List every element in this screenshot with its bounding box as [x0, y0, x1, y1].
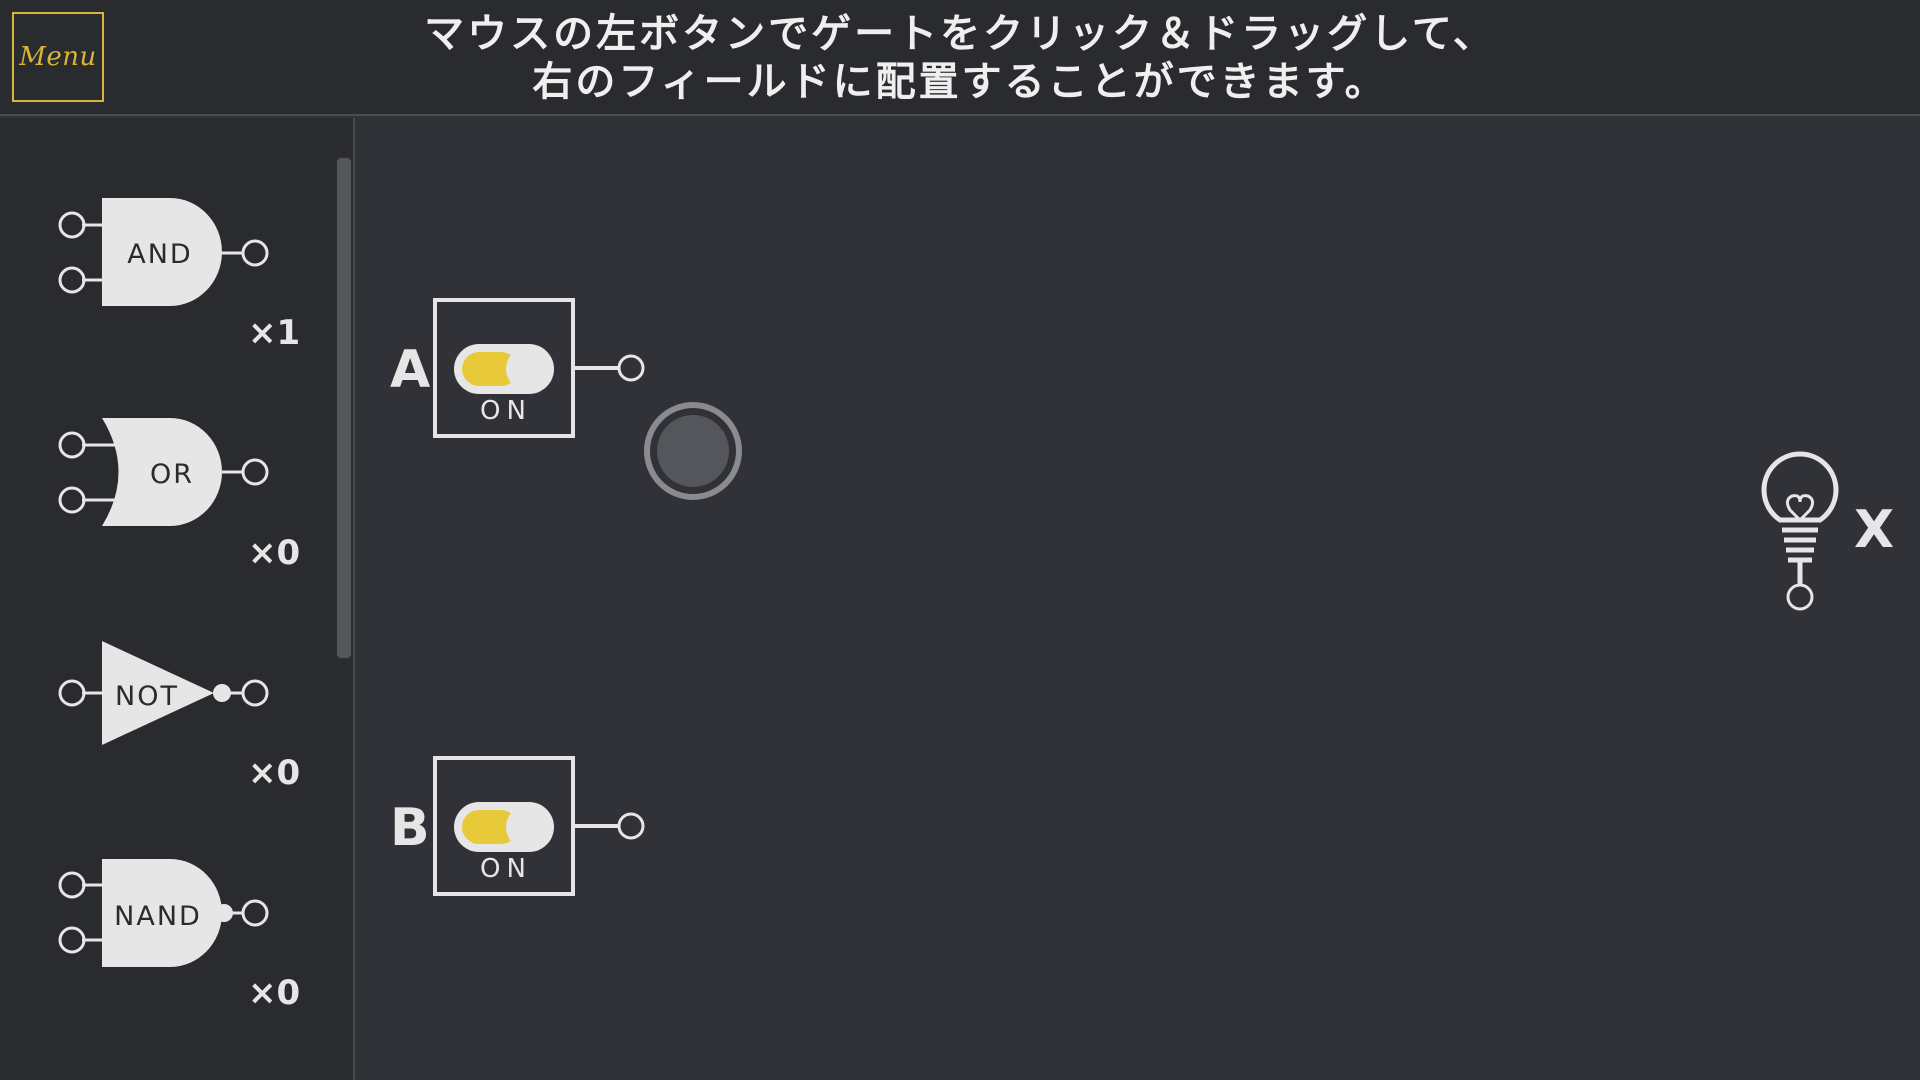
switch-b-state: ON: [480, 854, 532, 884]
or-input-pin-1: [58, 431, 86, 459]
not-output-pin: [241, 679, 269, 707]
palette-gate-nand[interactable]: NAND: [58, 859, 269, 967]
not-count: ×0: [248, 753, 301, 793]
switch-b-knob: [506, 805, 550, 849]
and-input-pin-2: [58, 266, 86, 294]
or-input-pin-2: [58, 486, 86, 514]
palette-gate-not[interactable]: NOT: [58, 641, 269, 745]
and-count: ×1: [248, 313, 301, 353]
lightbulb-icon: [1761, 451, 1839, 586]
not-input-pin: [58, 679, 86, 707]
nand-output-pin: [241, 899, 269, 927]
input-switch-a[interactable]: [433, 298, 645, 438]
or-gate-label: OR: [150, 459, 194, 490]
palette-gate-or[interactable]: OR: [58, 418, 269, 526]
switch-a-knob: [506, 347, 550, 391]
not-inverter-bubble: [213, 684, 231, 702]
not-gate-label: NOT: [115, 681, 179, 712]
nand-gate-label: NAND: [114, 901, 202, 932]
nand-input-pin-2: [58, 926, 86, 954]
and-input-pin-1: [58, 211, 86, 239]
and-gate-label: AND: [127, 239, 192, 270]
switch-b-output-pin: [617, 812, 645, 840]
output-x-label: X: [1854, 500, 1895, 560]
palette-gate-and[interactable]: AND: [58, 198, 269, 306]
output-x-input-pin[interactable]: [1786, 583, 1814, 611]
or-count: ×0: [248, 533, 301, 573]
switch-a-state: ON: [480, 396, 532, 426]
switch-a-label: A: [390, 340, 431, 400]
nand-inverter-bubble: [215, 904, 233, 922]
nand-count: ×0: [248, 973, 301, 1013]
nand-input-pin-1: [58, 871, 86, 899]
input-switch-b[interactable]: [433, 756, 645, 896]
field-node[interactable]: [644, 402, 742, 500]
or-output-pin: [241, 458, 269, 486]
and-output-pin: [241, 239, 269, 267]
switch-b-label: B: [390, 798, 430, 858]
switch-a-output-pin: [617, 354, 645, 382]
